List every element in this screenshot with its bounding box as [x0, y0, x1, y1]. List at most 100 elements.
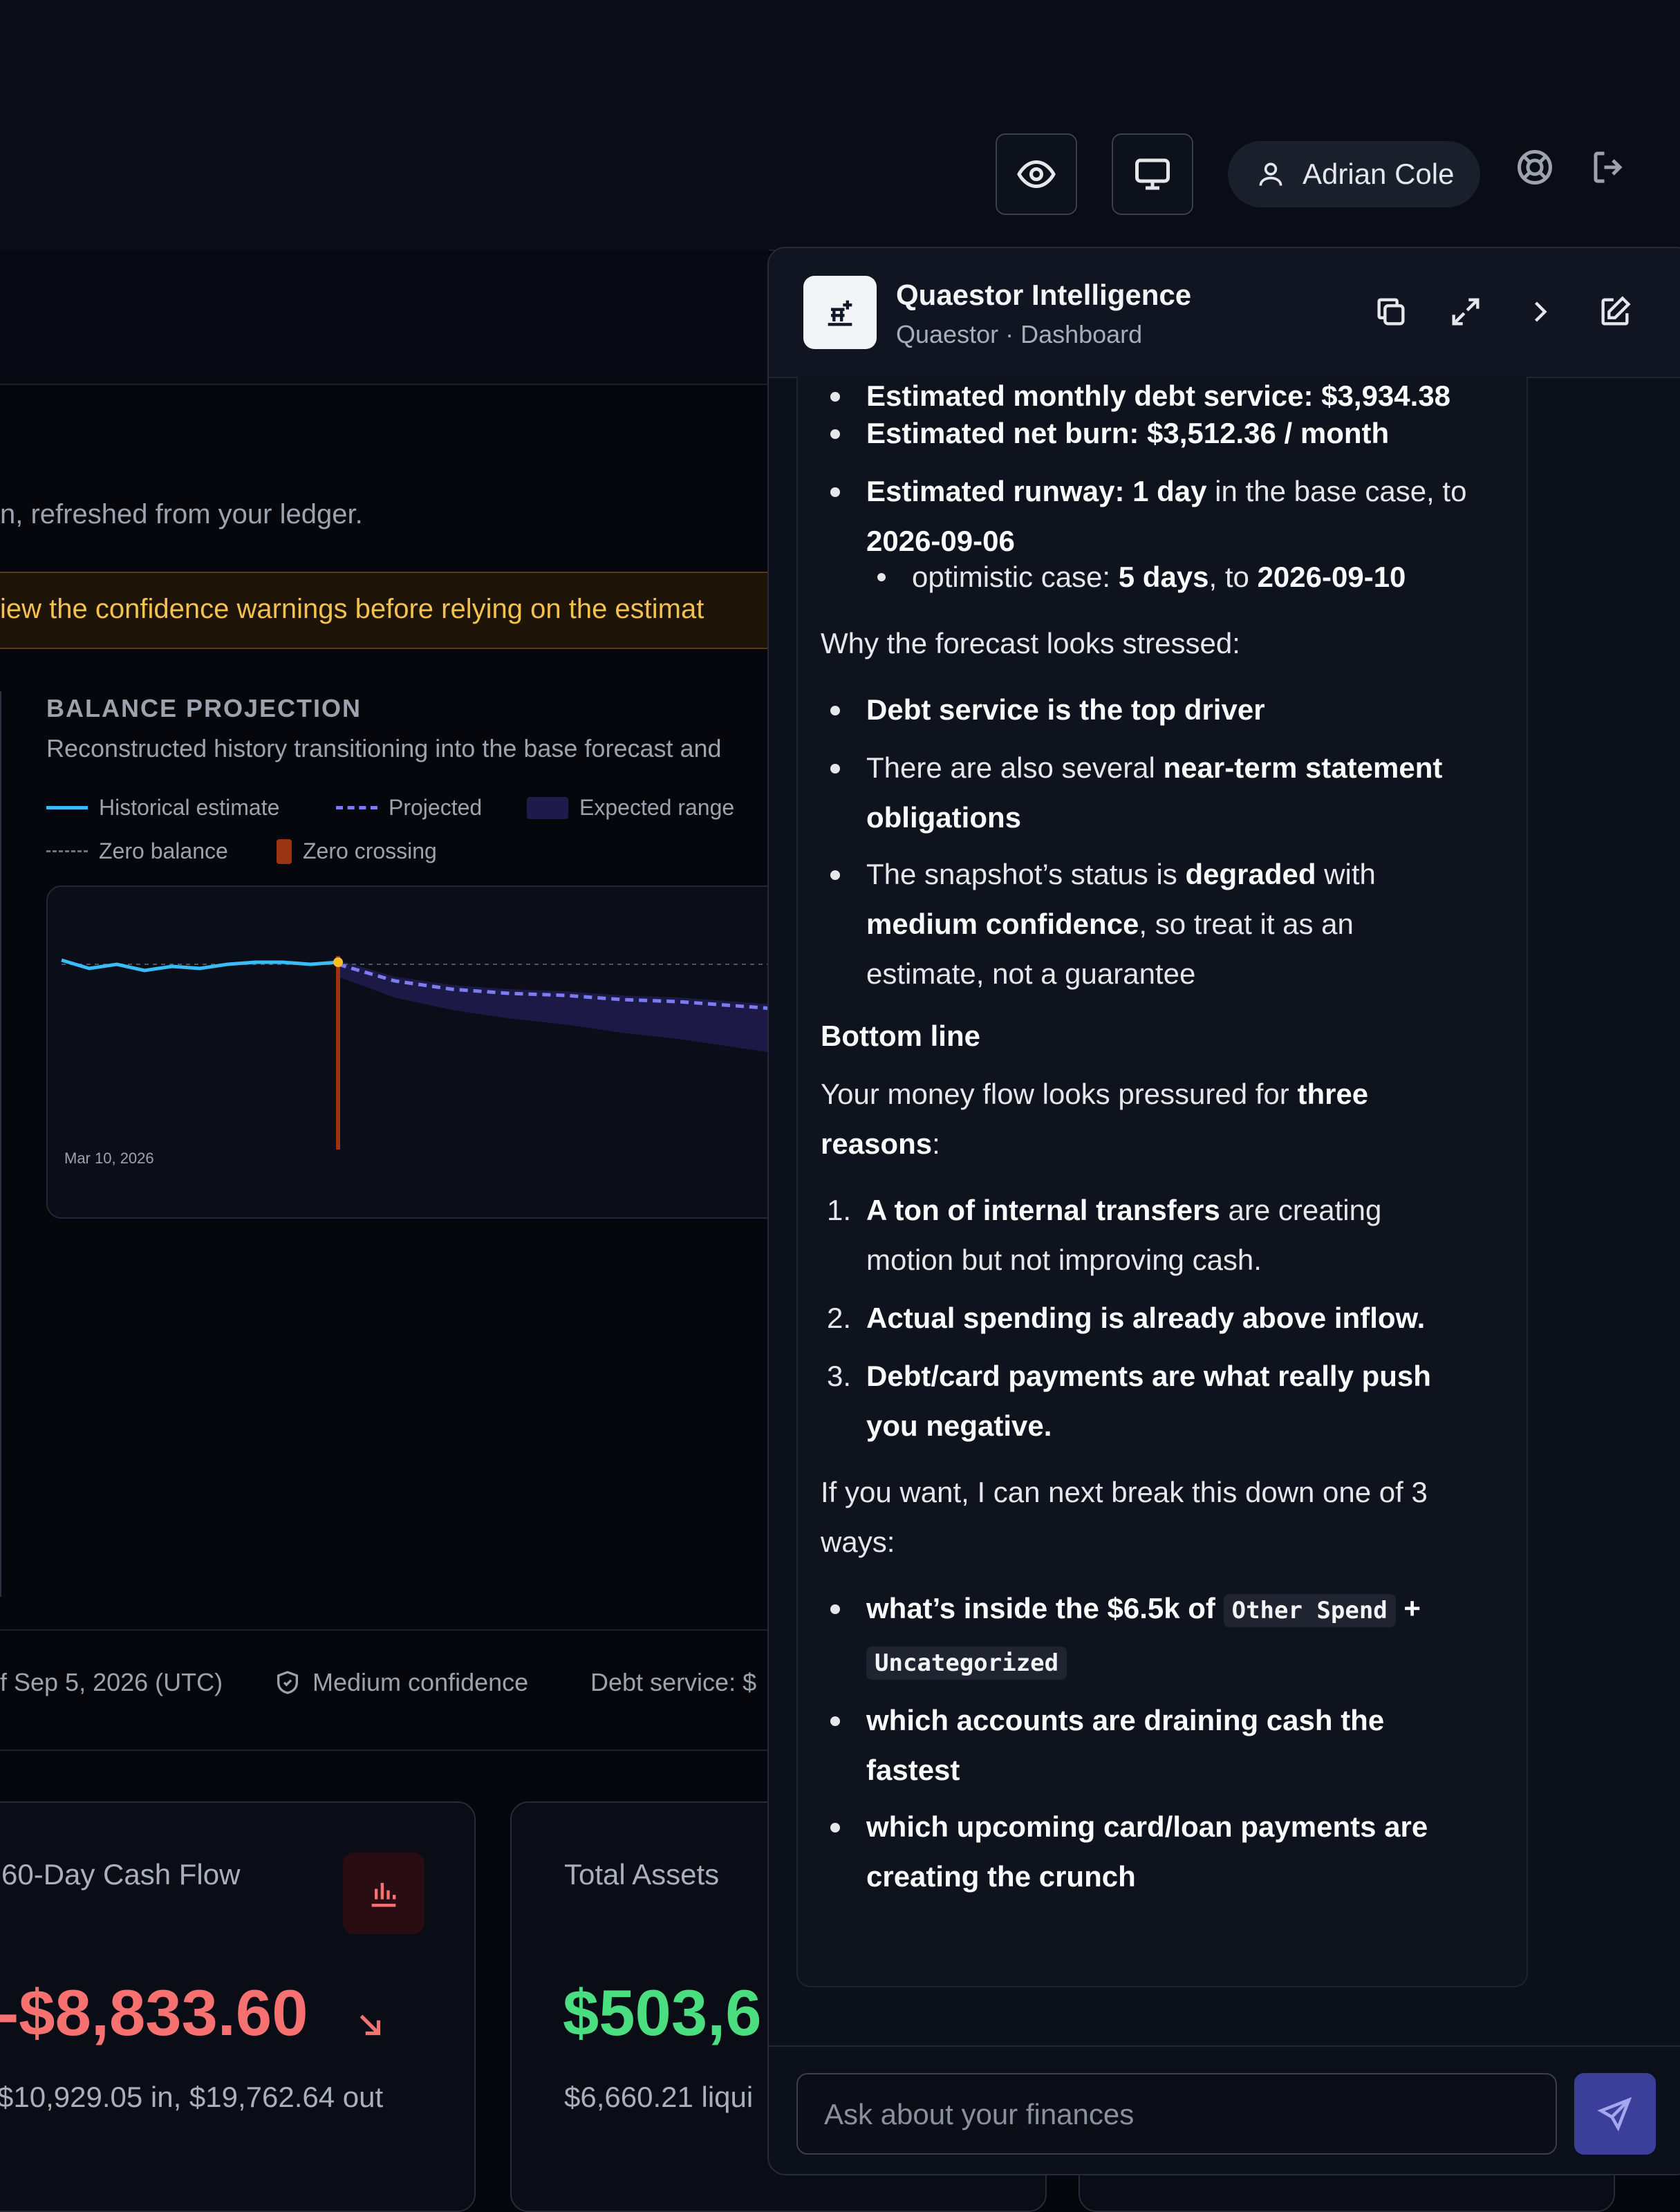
forecast-status-row: f Sep 5, 2026 (UTC) Medium confidence De… — [0, 1629, 769, 1751]
message-line: reasons: — [821, 1127, 940, 1160]
shield-check-icon — [277, 1671, 298, 1694]
chat-input-placeholder: Ask about your finances — [824, 2098, 1135, 2130]
trend-down-icon — [353, 2007, 387, 2042]
confidence-label: Medium confidence — [312, 1668, 529, 1696]
inline-code: Uncategorized — [866, 1647, 1067, 1680]
logout-icon — [1594, 151, 1623, 183]
legend-range[interactable]: Expected range — [527, 795, 734, 821]
message-line: Debt service is the top driver — [866, 693, 1265, 726]
legend-label: Historical estimate — [99, 795, 280, 820]
zero-crossing-marker — [336, 956, 340, 1150]
message-line: Estimated runway: 1 day in the base case… — [866, 475, 1467, 507]
assistant-message: Estimated monthly debt service: $3,934.3… — [796, 377, 1528, 1987]
card-detail: $6,660.21 liqui — [564, 2081, 754, 2113]
cash-flow-card[interactable]: 60-Day Cash Flow -$8,833.60 $10,929.05 i… — [0, 1801, 476, 2212]
send-icon — [1597, 2097, 1632, 2132]
balance-projection-chart[interactable]: Mar 10, 2026 — [46, 885, 807, 1219]
message-line: A ton of internal transfers are creating — [866, 1194, 1382, 1226]
message-line: Why the forecast looks stressed: — [821, 627, 1240, 659]
collapse-panel-button[interactable] — [1520, 291, 1561, 332]
message-line: Debt/card payments are what really push — [866, 1360, 1431, 1392]
message-heading: Bottom line — [821, 1020, 980, 1052]
historical-swatch — [46, 806, 88, 809]
message-line: ways: — [821, 1526, 895, 1558]
chat-composer: Ask about your finances — [769, 2045, 1680, 2174]
transition-point — [333, 957, 343, 967]
expand-button[interactable] — [1445, 291, 1486, 332]
message-line: There are also several near-term stateme… — [866, 751, 1443, 784]
message-line: If you want, I can next break this down … — [821, 1476, 1428, 1508]
message-line: which upcoming card/loan payments are — [866, 1810, 1428, 1843]
chart-title: BALANCE PROJECTION — [46, 694, 362, 722]
copy-button[interactable] — [1370, 291, 1412, 332]
legend-label: Projected — [389, 795, 483, 820]
chevron-right-icon — [1534, 301, 1547, 322]
assistant-context: Quaestor · Dashboard — [896, 320, 1143, 348]
confidence-status: Medium confidence — [274, 1668, 528, 1697]
new-chat-button[interactable] — [1594, 291, 1636, 332]
message-line: creating the crunch — [866, 1860, 1136, 1893]
card-value: $503,6 — [563, 1976, 762, 2049]
dashboard-toolbar — [0, 250, 769, 385]
debt-service-status: Debt service: $ — [590, 1668, 757, 1696]
legend-label: Zero balance — [99, 838, 228, 863]
message-line: The snapshot’s status is degraded with — [866, 858, 1376, 890]
chat-input[interactable]: Ask about your finances — [796, 2073, 1557, 2155]
user-menu-button[interactable]: Adrian Cole — [1228, 141, 1480, 207]
assistant-chat-panel: Quaestor Intelligence Quaestor · Dashboa… — [767, 247, 1680, 2175]
legend-crossing[interactable]: Zero crossing — [277, 838, 437, 864]
warning-text: iew the confidence warnings before relyi… — [0, 594, 704, 624]
user-icon — [1259, 162, 1282, 186]
panel-divider — [0, 691, 1, 1597]
help-button[interactable] — [1514, 147, 1556, 188]
message-line: Actual spending is already above inflow. — [866, 1302, 1426, 1334]
as-of-date: f Sep 5, 2026 (UTC) — [0, 1668, 223, 1696]
send-button[interactable] — [1574, 2073, 1656, 2155]
display-mode-button[interactable] — [1112, 133, 1193, 215]
list-number: 3. — [827, 1360, 852, 1392]
crossing-swatch — [277, 838, 292, 864]
help-lifebuoy-icon — [1518, 150, 1552, 185]
edit-icon — [1601, 296, 1631, 326]
legend-zero[interactable]: Zero balance — [46, 838, 228, 864]
assistant-name: Quaestor Intelligence — [896, 279, 1192, 311]
card-title: Total Assets — [564, 1858, 720, 1891]
bar-chart-icon — [343, 1853, 424, 1934]
message-line: obligations — [866, 801, 1021, 834]
privacy-toggle-button[interactable] — [996, 133, 1077, 215]
chat-header: Quaestor Intelligence Quaestor · Dashboa… — [769, 248, 1680, 378]
page-subtitle: n, refreshed from your ledger. — [0, 499, 363, 529]
legend-projected[interactable]: Projected — [336, 795, 482, 821]
projected-swatch — [336, 806, 377, 809]
legend-historical[interactable]: Historical estimate — [46, 795, 279, 821]
message-line: which accounts are draining cash the — [866, 1704, 1385, 1736]
message-line: Your money flow looks pressured for thre… — [821, 1078, 1369, 1110]
card-title: 60-Day Cash Flow — [1, 1858, 241, 1891]
legend-label: Zero crossing — [303, 838, 437, 863]
top-bar — [0, 0, 1680, 251]
list-number: 1. — [827, 1194, 852, 1226]
message-line: what’s inside the $6.5k of Other Spend + — [866, 1584, 1421, 1635]
x-tick-label: Mar 10, 2026 — [64, 1150, 154, 1167]
card-detail: $10,929.05 in, $19,762.64 out — [0, 2081, 384, 2113]
message-line: Uncategorized — [866, 1636, 1067, 1688]
quaestor-logo — [803, 276, 877, 349]
logout-button[interactable] — [1589, 147, 1630, 188]
expected-range-band — [338, 960, 805, 1058]
logo-icon — [828, 300, 852, 326]
message-line: you negative. — [866, 1409, 1052, 1442]
inline-code: Other Spend — [1223, 1594, 1396, 1627]
user-name: Adrian Cole — [1303, 158, 1455, 190]
message-line: motion but not improving cash. — [866, 1244, 1262, 1276]
message-line: estimate, not a guarantee — [866, 957, 1196, 990]
card-value: -$8,833.60 — [0, 1976, 308, 2049]
message-line: medium confidence, so treat it as an — [866, 908, 1354, 940]
historical-series-line — [61, 958, 339, 973]
legend-label: Expected range — [579, 795, 735, 820]
chart-svg: Mar 10, 2026 — [61, 956, 805, 1167]
chart-subtitle: Reconstructed history transitioning into… — [46, 734, 722, 762]
message-line: Estimated net burn: $3,512.36 / month — [866, 417, 1390, 449]
message-line: optimistic case: 5 days, to 2026-09-10 — [912, 561, 1406, 593]
list-number: 2. — [827, 1302, 852, 1334]
monitor-icon — [1135, 158, 1170, 190]
